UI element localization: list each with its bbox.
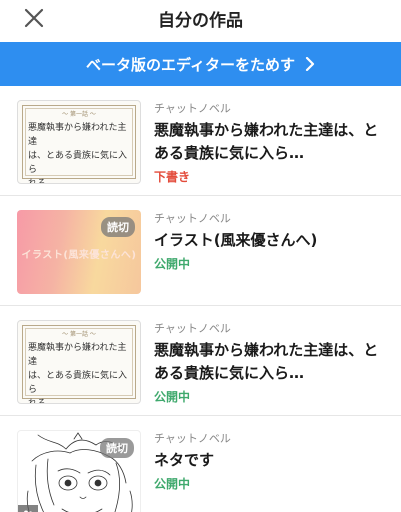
work-title: ネタです — [154, 451, 215, 469]
cover-text-line: は、とある貴族に気に入ら — [28, 371, 128, 395]
cover-text-line: れる — [28, 179, 47, 184]
work-info: チャットノベル 悪魔執事から嫌われた主達は、とある貴族に気に入ら… 下書き — [154, 100, 389, 185]
app-header: 自分の作品 — [0, 0, 401, 40]
oneshot-badge: 読切 — [100, 438, 134, 458]
cover-ornament: ～ 第一話 ～ — [62, 331, 96, 338]
works-list: ～ 第一話 ～ 悪魔執事から嫌われた主達 は、とある貴族に気に入ら れる チャッ… — [0, 86, 401, 512]
work-genre: チャットノベル — [154, 102, 231, 115]
work-cover: イラスト(風来優さんへ) 読切 — [17, 210, 141, 294]
work-genre: チャットノベル — [154, 212, 231, 225]
work-genre: チャットノベル — [154, 322, 231, 335]
work-status: 公開中 — [154, 477, 191, 491]
try-beta-editor-banner[interactable]: ベータ版のエディターをためす — [0, 42, 401, 86]
work-item[interactable]: ～ 第一話 ～ 悪魔執事から嫌われた主達 は、とある貴族に気に入ら れる チャッ… — [0, 86, 401, 196]
work-status: 公開中 — [154, 257, 191, 271]
work-info: チャットノベル 悪魔執事から嫌われた主達は、とある貴族に気に入ら… 公開中 — [154, 320, 389, 405]
cover-text-line: れる — [28, 399, 47, 404]
work-item[interactable]: 読切 チャットノベル ネタです 公開中 — [0, 416, 401, 512]
work-status: 下書き — [154, 170, 191, 184]
work-title: イラスト(風来優さんへ) — [154, 231, 318, 249]
cover-text-line: 悪魔執事から嫌われた主達 — [28, 343, 127, 367]
oneshot-badge: 読切 — [101, 217, 135, 237]
work-title: 悪魔執事から嫌われた主達は、とある貴族に気に入ら… — [154, 121, 379, 162]
banner-label: ベータ版のエディターをためす — [86, 55, 295, 74]
work-status: 公開中 — [154, 390, 191, 404]
chevron-right-icon — [305, 57, 315, 71]
work-title: 悪魔執事から嫌われた主達は、とある貴族に気に入ら… — [154, 341, 379, 382]
cover-text: 悪魔執事から嫌われた主達 は、とある貴族に気に入ら れる — [28, 121, 130, 184]
work-info: チャットノベル イラスト(風来優さんへ) 公開中 — [154, 210, 389, 272]
cover-ornament: ～ 第一話 ～ — [62, 111, 96, 118]
user-group-chip — [18, 505, 38, 512]
work-cover: ～ 第一話 ～ 悪魔執事から嫌われた主達 は、とある貴族に気に入ら れる — [17, 320, 141, 404]
cover-text: イラスト(風来優さんへ) — [21, 250, 137, 261]
cover-text-line: は、とある貴族に気に入ら — [28, 151, 128, 175]
page-title: 自分の作品 — [158, 11, 243, 31]
work-cover: ～ 第一話 ～ 悪魔執事から嫌われた主達 は、とある貴族に気に入ら れる — [17, 100, 141, 184]
work-item[interactable]: ～ 第一話 ～ 悪魔執事から嫌われた主達 は、とある貴族に気に入ら れる チャッ… — [0, 306, 401, 416]
work-info: チャットノベル ネタです 公開中 — [154, 430, 389, 492]
cover-text: 悪魔執事から嫌われた主達 は、とある貴族に気に入ら れる — [28, 341, 130, 404]
work-cover: 読切 — [17, 430, 141, 512]
work-genre: チャットノベル — [154, 432, 231, 445]
cover-text-line: 悪魔執事から嫌われた主達 — [28, 123, 127, 147]
work-item[interactable]: イラスト(風来優さんへ) 読切 チャットノベル イラスト(風来優さんへ) 公開中 — [0, 196, 401, 306]
